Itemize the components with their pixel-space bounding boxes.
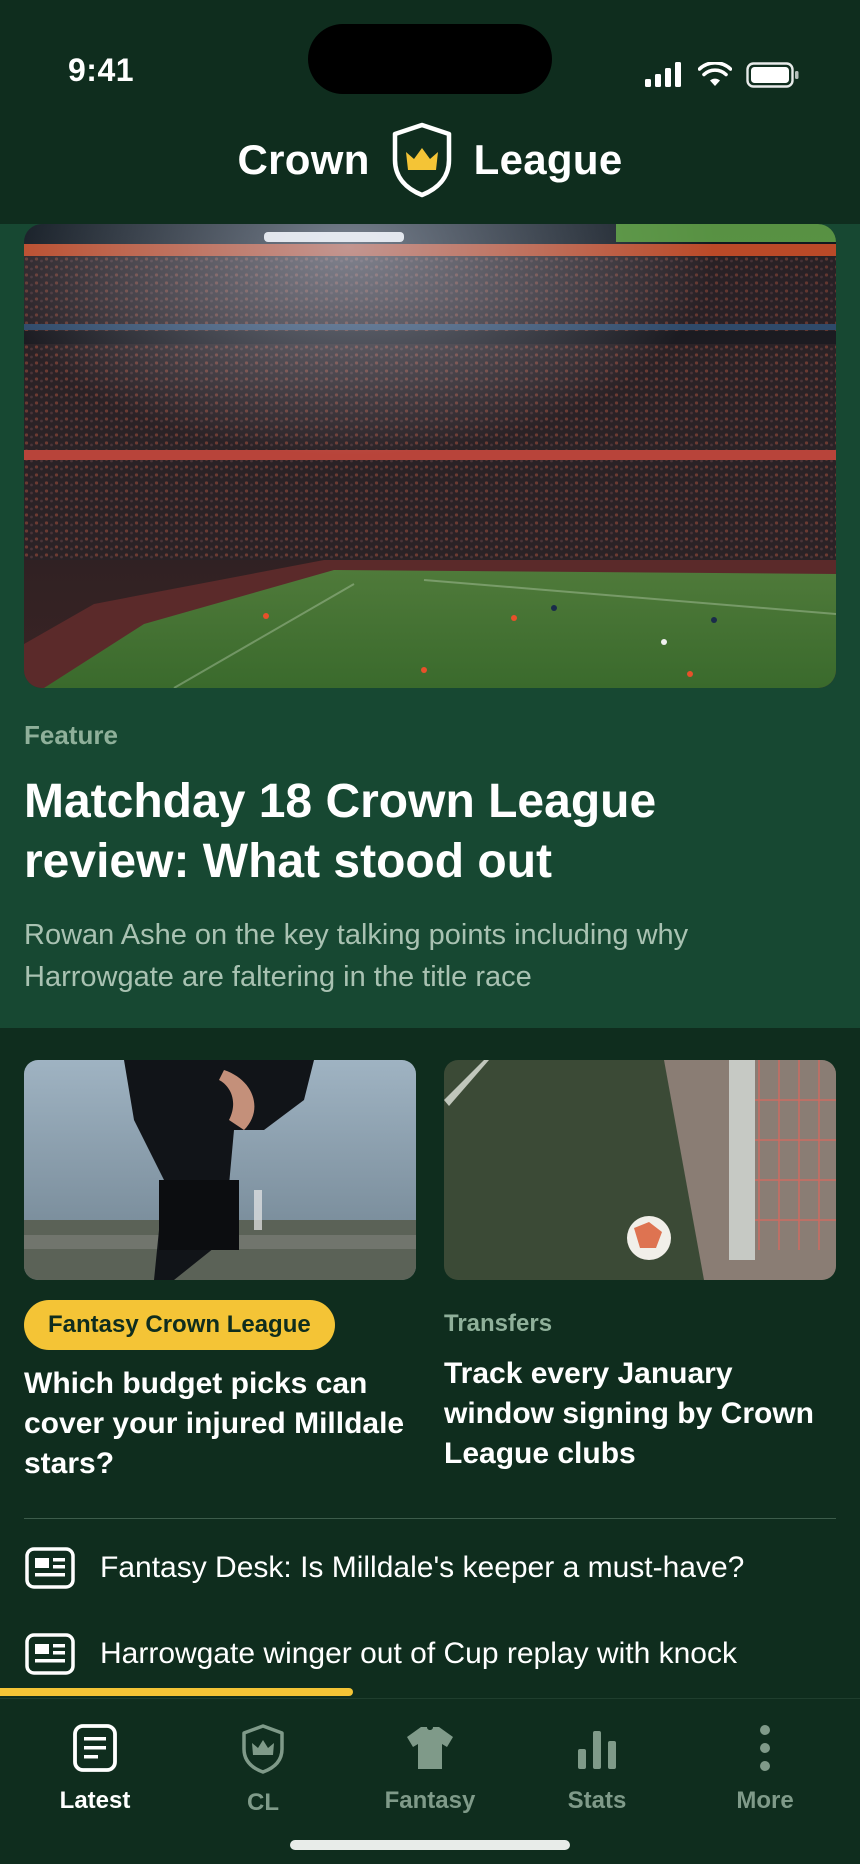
bar-chart-icon — [578, 1731, 616, 1769]
more-vertical-icon — [760, 1725, 770, 1771]
headline-list-item[interactable]: Harrowgate winger out of Cup replay with… — [24, 1624, 860, 1684]
tab-label: More — [736, 1787, 794, 1814]
tab-label: Fantasy — [384, 1787, 476, 1814]
dynamic-island — [308, 24, 552, 94]
story-card-fantasy[interactable]: Fantasy Crown League Which budget picks … — [24, 1060, 416, 1484]
document-icon — [73, 1724, 117, 1772]
jersey-icon — [407, 1727, 453, 1769]
story-card-title[interactable]: Track every January window signing by Cr… — [444, 1354, 836, 1474]
story-card-title[interactable]: Which budget picks can cover your injure… — [24, 1364, 416, 1484]
brand-word-right: League — [473, 136, 623, 183]
story-card-transfers[interactable]: Transfers Track every January window sig… — [444, 1060, 836, 1474]
wifi-icon — [698, 62, 732, 86]
headline-text: Fantasy Desk: Is Milldale's keeper a mus… — [100, 1551, 745, 1584]
scroll-progress-bar — [0, 1688, 353, 1696]
news-article-icon — [25, 1633, 75, 1675]
hero-feature-story[interactable]: Feature Matchday 18 Crown League review:… — [0, 224, 860, 1028]
battery-icon — [746, 62, 799, 88]
tab-label: Stats — [567, 1787, 627, 1814]
tab-more[interactable]: More — [679, 1723, 851, 1823]
hero-kicker: Feature — [24, 720, 118, 750]
tab-latest[interactable]: Latest — [9, 1723, 181, 1823]
crown-shield-icon — [392, 122, 451, 198]
tab-fantasy[interactable]: Fantasy — [344, 1723, 516, 1823]
player-training-image — [24, 1060, 416, 1280]
headline-text: Harrowgate winger out of Cup replay with… — [100, 1637, 737, 1670]
section-divider — [24, 1518, 836, 1519]
story-feed: Fantasy Crown League Which budget picks … — [0, 1028, 860, 1698]
tab-cl[interactable]: CL — [177, 1723, 349, 1823]
hero-stadium-image — [24, 224, 836, 688]
tab-stats[interactable]: Stats — [511, 1723, 683, 1823]
transfers-kicker: Transfers — [444, 1310, 553, 1337]
brand-logo[interactable]: Crown League — [0, 122, 860, 198]
headline-list-item[interactable]: Fantasy Desk: Is Milldale's keeper a mus… — [24, 1538, 860, 1598]
signal-icon — [645, 62, 681, 87]
app-header: 9:41 Crown League — [0, 0, 860, 224]
fantasy-tag-pill[interactable]: Fantasy Crown League — [24, 1300, 335, 1350]
home-indicator[interactable] — [290, 1840, 570, 1850]
shield-icon — [242, 1724, 284, 1774]
status-time: 9:41 — [68, 52, 135, 88]
status-icons — [644, 62, 800, 88]
brand-word-left: Crown — [237, 136, 370, 183]
goalpost-ball-image — [444, 1060, 836, 1280]
tab-label: CL — [247, 1789, 279, 1816]
news-article-icon — [25, 1547, 75, 1589]
hero-summary: Rowan Ashe on the key talking points inc… — [24, 919, 689, 993]
tab-label: Latest — [59, 1787, 131, 1814]
hero-headline[interactable]: Matchday 18 Crown League review: What st… — [24, 772, 824, 892]
